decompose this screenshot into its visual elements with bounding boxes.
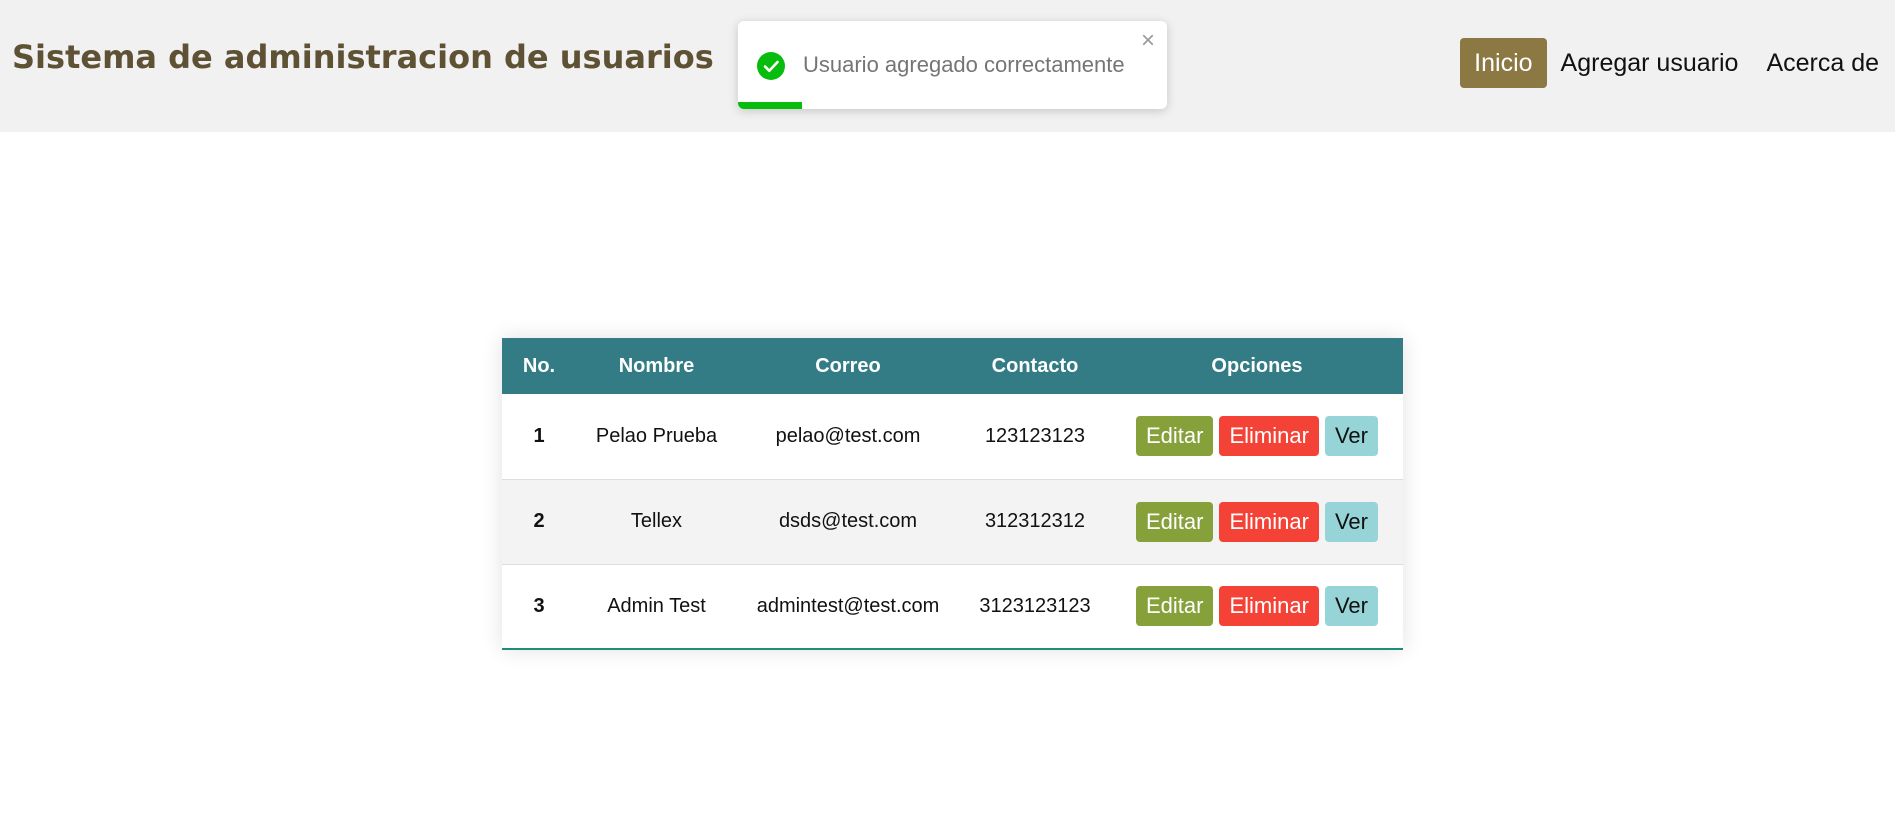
nav-inicio[interactable]: Inicio bbox=[1460, 38, 1547, 88]
app-title: Sistema de administracion de usuarios bbox=[12, 38, 714, 76]
check-circle-icon bbox=[757, 52, 785, 80]
cell-correo: admintest@test.com bbox=[756, 594, 940, 617]
table-row: 1 Pelao Prueba pelao@test.com 123123123 … bbox=[502, 394, 1403, 479]
edit-button[interactable]: Editar bbox=[1136, 501, 1214, 542]
toast-message: Usuario agregado correctamente bbox=[803, 52, 1125, 77]
cell-no: 3 bbox=[533, 594, 545, 617]
cell-nombre: Admin Test bbox=[607, 594, 706, 617]
cell-contacto: 3123123123 bbox=[979, 594, 1091, 617]
edit-button[interactable]: Editar bbox=[1136, 416, 1214, 457]
cell-correo: dsds@test.com bbox=[778, 510, 918, 532]
delete-button[interactable]: Eliminar bbox=[1219, 501, 1319, 542]
edit-button[interactable]: Editar bbox=[1136, 586, 1214, 627]
cell-contacto: 312312312 bbox=[984, 510, 1086, 532]
nav-acerca-de[interactable]: Acerca de bbox=[1752, 38, 1895, 88]
cell-nombre: Pelao Prueba bbox=[595, 424, 718, 447]
cell-no: 2 bbox=[533, 510, 545, 532]
delete-button[interactable]: Eliminar bbox=[1219, 586, 1319, 627]
column-header-nombre: Nombre bbox=[618, 354, 695, 377]
delete-button[interactable]: Eliminar bbox=[1219, 416, 1319, 457]
view-button[interactable]: Ver bbox=[1324, 586, 1378, 627]
table-row: 3 Admin Test admintest@test.com 31231231… bbox=[502, 564, 1403, 649]
view-button[interactable]: Ver bbox=[1324, 501, 1378, 542]
cell-contacto: 123123123 bbox=[984, 424, 1086, 447]
nav-agregar-usuario[interactable]: Agregar usuario bbox=[1547, 38, 1753, 88]
column-header-no: No. bbox=[522, 354, 556, 377]
cell-correo: pelao@test.com bbox=[775, 424, 921, 447]
users-table-container: No. Nombre Correo Contacto Opciones 1 Pe… bbox=[502, 338, 1403, 650]
cell-opciones: Editar Eliminar Ver bbox=[1111, 479, 1403, 564]
column-header-correo: Correo bbox=[815, 354, 881, 377]
table-row: 2 Tellex dsds@test.com 312312312 Editar … bbox=[502, 479, 1403, 564]
toast-progress-bar bbox=[738, 102, 803, 109]
column-header-contacto: Contacto bbox=[991, 354, 1079, 377]
view-button[interactable]: Ver bbox=[1324, 416, 1378, 457]
main-nav: Inicio Agregar usuario Acerca de bbox=[1460, 38, 1895, 88]
users-table: No. Nombre Correo Contacto Opciones 1 Pe… bbox=[502, 338, 1403, 650]
cell-no: 1 bbox=[533, 424, 545, 447]
cell-opciones: Editar Eliminar Ver bbox=[1111, 564, 1403, 649]
column-header-opciones: Opciones bbox=[1211, 354, 1303, 377]
cell-opciones: Editar Eliminar Ver bbox=[1111, 394, 1403, 479]
close-icon[interactable]: × bbox=[1141, 29, 1155, 53]
table-header-row: No. Nombre Correo Contacto Opciones bbox=[502, 338, 1403, 394]
cell-nombre: Tellex bbox=[630, 510, 683, 532]
success-toast[interactable]: Usuario agregado correctamente × bbox=[738, 21, 1167, 109]
